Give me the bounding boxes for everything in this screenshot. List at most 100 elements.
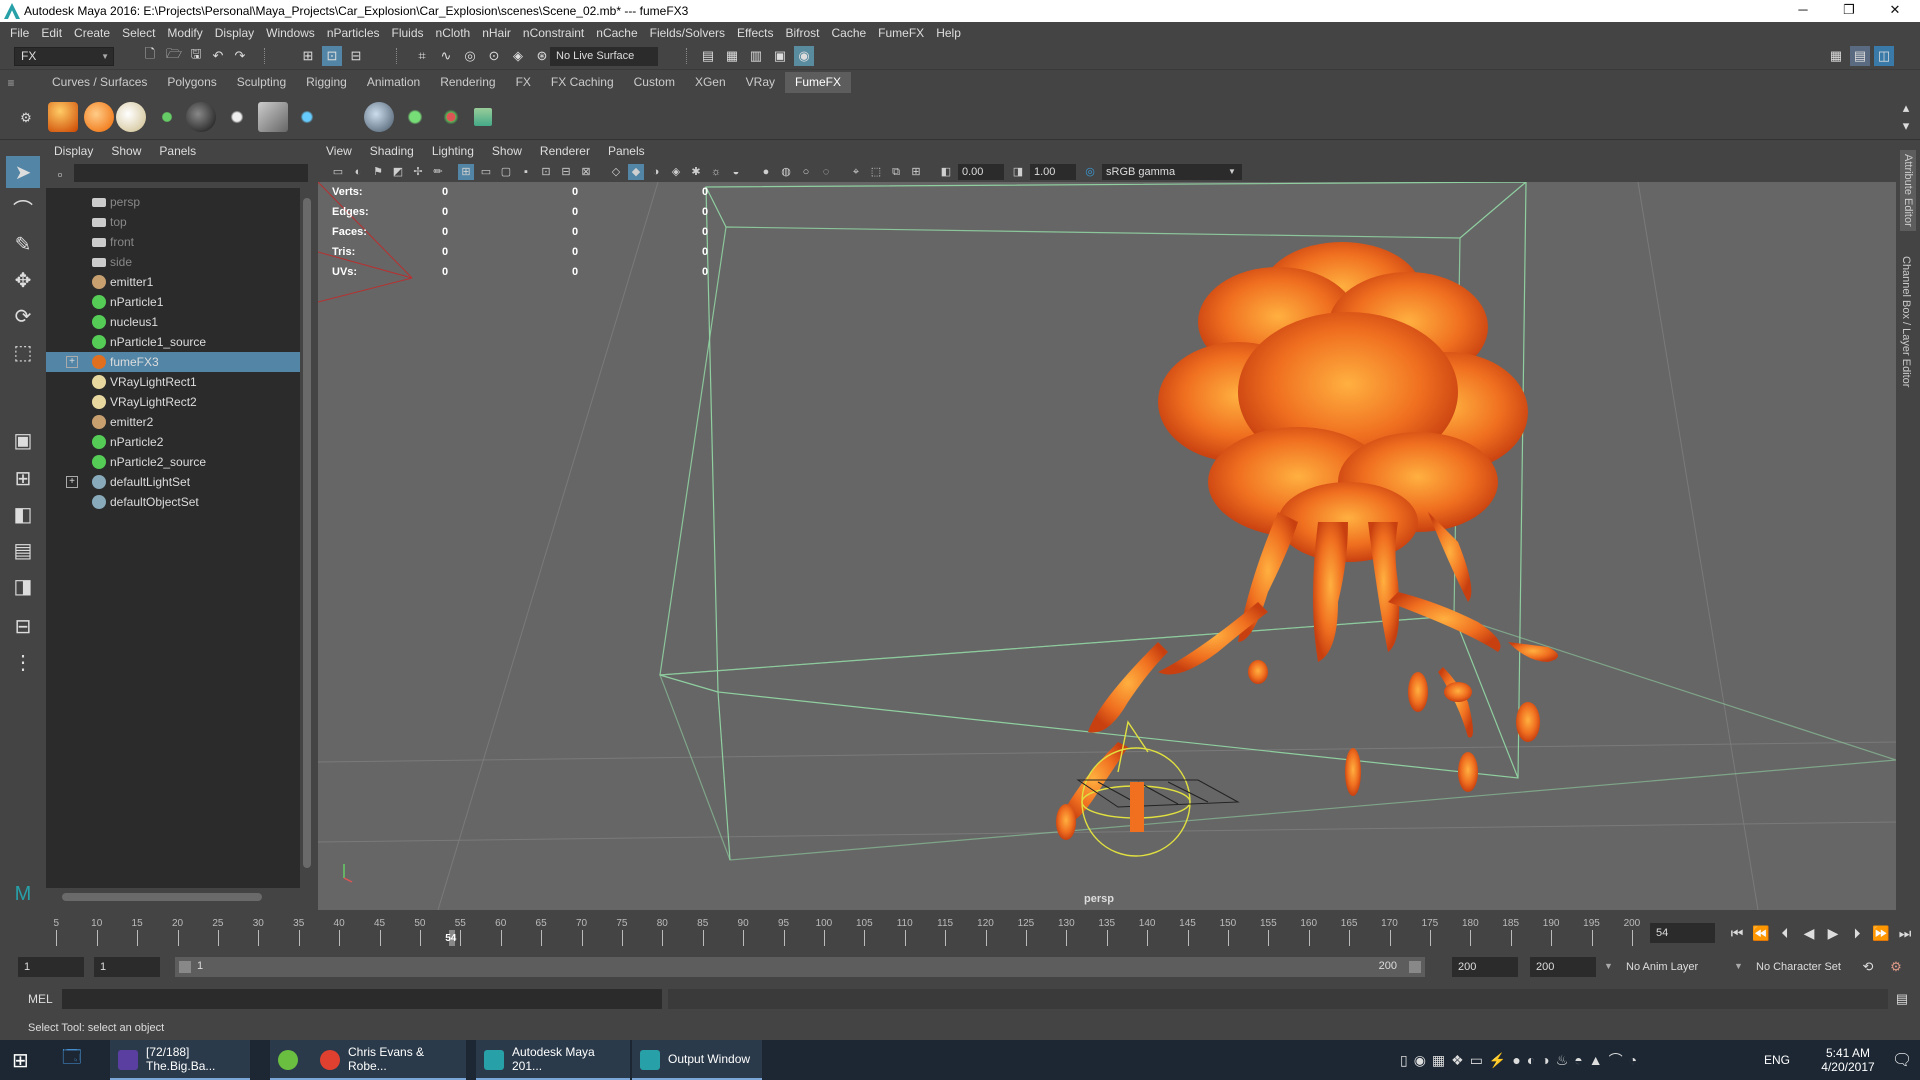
- resolution-gate-icon[interactable]: ▢: [498, 164, 514, 180]
- time-slider[interactable]: 5 10 15 20 25 30 35 40 45 50 55 60 65 70 75 80 85 90 95 100…: [0, 914, 1920, 950]
- redo-icon[interactable]: ↷: [230, 46, 250, 66]
- point-source-icon[interactable]: [84, 102, 114, 132]
- char-set-chevron-icon[interactable]: ▼: [1734, 961, 1743, 971]
- layout-graph-icon[interactable]: ◨: [6, 570, 40, 602]
- motion-blur-icon[interactable]: ◍: [778, 164, 794, 180]
- outliner-search-input[interactable]: [74, 164, 308, 182]
- command-input[interactable]: [62, 989, 662, 1009]
- menu-nconstraint[interactable]: nConstraint: [519, 26, 592, 40]
- menu-ncloth[interactable]: nCloth: [432, 26, 479, 40]
- step-forward-frame-icon[interactable]: ⏵: [1848, 924, 1866, 942]
- action-center-icon[interactable]: 🗨: [1892, 1040, 1912, 1080]
- viewport-menu-panels[interactable]: Panels: [608, 144, 645, 158]
- field-chart-icon[interactable]: ⊡: [538, 164, 554, 180]
- file-explorer-icon[interactable]: 🗔: [62, 1040, 82, 1080]
- xray-icon[interactable]: ⬚: [868, 164, 884, 180]
- step-forward-key-icon[interactable]: ⏩: [1872, 924, 1890, 942]
- windows-start-icon[interactable]: ⊞: [12, 1040, 29, 1080]
- view-transform-dropdown[interactable]: sRGB gamma: [1102, 164, 1242, 180]
- clock-date[interactable]: 4/20/2017: [1821, 1060, 1874, 1074]
- two-d-pan-icon[interactable]: ✢: [410, 164, 426, 180]
- step-back-frame-icon[interactable]: ⏴: [1776, 924, 1794, 942]
- gravity-vector-icon[interactable]: [436, 102, 466, 132]
- workspace-layout-3-icon[interactable]: ◫: [1874, 46, 1894, 66]
- menu-modify[interactable]: Modify: [163, 26, 210, 40]
- image-icon[interactable]: [474, 108, 492, 126]
- image-plane-icon[interactable]: ◩: [390, 164, 406, 180]
- layout-two-icon[interactable]: ◧: [6, 498, 40, 530]
- menu-help[interactable]: Help: [932, 26, 969, 40]
- paint-select-icon[interactable]: ✎: [6, 228, 40, 260]
- outliner-item-fumefx3[interactable]: + fumeFX3: [46, 352, 300, 372]
- wireframe-on-shaded-icon[interactable]: ◈: [668, 164, 684, 180]
- shelf-scroll-up-icon[interactable]: ▴: [1896, 98, 1916, 118]
- hypershade-icon[interactable]: ◉: [794, 46, 814, 66]
- outliner-menu-display[interactable]: Display: [54, 144, 93, 158]
- open-scene-icon[interactable]: 🗁: [164, 46, 184, 66]
- smooth-shade-icon[interactable]: ◆: [628, 164, 644, 180]
- shelf-tab-xgen[interactable]: XGen: [685, 72, 736, 93]
- anim-layer-chevron-icon[interactable]: ▼: [1604, 961, 1613, 971]
- shelf-tab-animation[interactable]: Animation: [357, 72, 430, 93]
- shelf-menu-icon[interactable]: ≡: [0, 76, 22, 90]
- outliner-vertical-scrollbar[interactable]: [300, 188, 314, 888]
- viewport-menu-view[interactable]: View: [326, 144, 352, 158]
- menu-ncache[interactable]: nCache: [592, 26, 645, 40]
- system-tray-icons[interactable]: ▯◉▦❖▭⚡●◐◑♨◓▲⌒◔: [1400, 1040, 1643, 1080]
- outliner-item-nparticle1-source[interactable]: nParticle1_source: [46, 332, 300, 352]
- shelf-tab-fx-caching[interactable]: FX Caching: [541, 72, 624, 93]
- time-slider-ticks[interactable]: 5 10 15 20 25 30 35 40 45 50 55 60 65 70 75 80 85 90 95 100…: [20, 916, 1640, 948]
- snap-view-icon[interactable]: ⊙: [484, 46, 504, 66]
- menu-cache[interactable]: Cache: [827, 26, 874, 40]
- layout-four-icon[interactable]: ⊞: [6, 462, 40, 494]
- outliner-item-defaultobjectset[interactable]: defaultObjectSet: [46, 492, 300, 512]
- taskbar-app-maya[interactable]: Autodesk Maya 201...: [476, 1040, 630, 1080]
- close-button[interactable]: ✕: [1872, 0, 1918, 22]
- layout-hypershade-icon[interactable]: ⊟: [6, 610, 40, 642]
- workspace-layout-2-icon[interactable]: ▤: [1850, 46, 1870, 66]
- start-time-field[interactable]: 1: [18, 957, 84, 977]
- outliner-menu-show[interactable]: Show: [111, 144, 141, 158]
- snap-live-icon[interactable]: ⊛: [532, 46, 552, 66]
- expand-icon[interactable]: +: [66, 476, 78, 488]
- depth-of-field-icon[interactable]: ◌: [818, 164, 834, 180]
- voxel-icon[interactable]: [258, 102, 288, 132]
- viewport-menu-lighting[interactable]: Lighting: [432, 144, 474, 158]
- menu-file[interactable]: File: [6, 26, 37, 40]
- menu-edit[interactable]: Edit: [37, 26, 70, 40]
- script-editor-icon[interactable]: ▤: [1892, 989, 1912, 1009]
- ipr-render-icon[interactable]: ▥: [746, 46, 766, 66]
- menu-fluids[interactable]: Fluids: [388, 26, 432, 40]
- xray-components-icon[interactable]: ⊞: [908, 164, 924, 180]
- end-time-field[interactable]: 200: [1530, 957, 1596, 977]
- perspective-viewport[interactable]: View Shading Lighting Show Renderer Panels ▭ …: [318, 140, 1896, 910]
- menu-fumefx[interactable]: FumeFX: [874, 26, 932, 40]
- taskbar-app-utorrent[interactable]: [270, 1040, 316, 1080]
- shelf-scroll-down-icon[interactable]: ▾: [1896, 116, 1916, 136]
- scene-view[interactable]: [318, 182, 1896, 910]
- anti-aliasing-icon[interactable]: ○: [798, 164, 814, 180]
- taskbar-app-chrome[interactable]: Chris Evans & Robe...: [312, 1040, 466, 1080]
- render-view-icon[interactable]: ▤: [698, 46, 718, 66]
- shelf-tab-polygons[interactable]: Polygons: [157, 72, 226, 93]
- use-all-lights-icon[interactable]: ☼: [708, 164, 724, 180]
- outliner-item-vraylightrect2[interactable]: VRayLightRect2: [46, 392, 300, 412]
- shelf-tab-rigging[interactable]: Rigging: [296, 72, 357, 93]
- outliner-item-defaultlightset[interactable]: + defaultLightSet: [46, 472, 300, 492]
- layout-custom-icon[interactable]: ⋮: [6, 646, 40, 678]
- menu-create[interactable]: Create: [70, 26, 118, 40]
- safe-title-icon[interactable]: ⊠: [578, 164, 594, 180]
- language-indicator[interactable]: ENG: [1764, 1040, 1790, 1080]
- camera-attributes-icon[interactable]: ◐: [350, 164, 366, 180]
- scale-tool-icon[interactable]: ⬚: [6, 336, 40, 368]
- shelf-tab-fumefx[interactable]: FumeFX: [785, 72, 852, 93]
- outliner-item-emitter1[interactable]: emitter1: [46, 272, 300, 292]
- outliner-item-front[interactable]: front: [46, 232, 300, 252]
- particle-source-icon[interactable]: [152, 102, 182, 132]
- wind-icon[interactable]: [292, 102, 322, 132]
- shelf-settings-icon[interactable]: ⚙: [16, 108, 36, 128]
- select-object-icon[interactable]: ⊡: [322, 46, 342, 66]
- play-forwards-icon[interactable]: ▶: [1824, 924, 1842, 942]
- outliner-item-nparticle1[interactable]: nParticle1: [46, 292, 300, 312]
- exposure-icon[interactable]: ◧: [938, 164, 954, 180]
